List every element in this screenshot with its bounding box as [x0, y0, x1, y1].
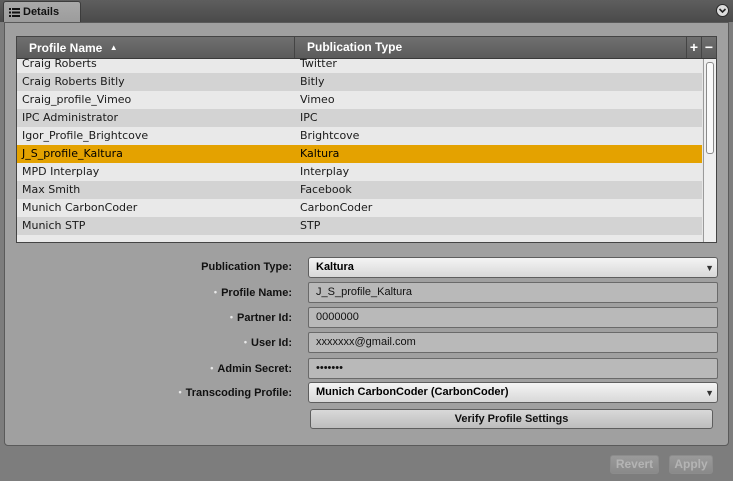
table-body: Craig Roberts Twitter Craig Roberts Bitly B…: [17, 59, 702, 242]
scrollbar-thumb[interactable]: [706, 62, 714, 154]
required-marker: •: [178, 387, 182, 397]
transcoding-profile-select[interactable]: Munich CarbonCoder (CarbonCoder) ▼: [308, 382, 718, 403]
profile-name-cell: Munich STP: [22, 219, 86, 232]
publication-type-cell: CarbonCoder: [300, 201, 373, 214]
profile-name-cell: Craig_profile_Vimeo: [22, 93, 132, 106]
publication-type-select[interactable]: Kaltura ▼: [308, 257, 718, 278]
publication-type-cell: Twitter: [300, 59, 337, 70]
column-header-publication-type[interactable]: Publication Type: [295, 37, 686, 58]
partner-id-field[interactable]: 0000000: [308, 307, 718, 328]
table-row[interactable]: Max Smith Facebook: [17, 181, 702, 199]
table-header: Profile Name ▲ Publication Type + −: [17, 37, 716, 59]
publication-type-cell: IPC: [300, 111, 318, 124]
chevron-down-icon: ▼: [705, 263, 714, 273]
tab-bar: Details: [0, 0, 733, 22]
remove-profile-button[interactable]: −: [701, 37, 716, 58]
table-row[interactable]: J_S_profile_Kaltura Kaltura: [17, 145, 702, 163]
table-row[interactable]: MPD Interplay Interplay: [17, 163, 702, 181]
profile-name-cell: Igor_Profile_Brightcove: [22, 129, 149, 142]
user-id-field[interactable]: xxxxxxx@gmail.com: [308, 332, 718, 353]
publication-type-cell: Interplay: [300, 165, 350, 178]
profile-name-cell: Craig Roberts: [22, 59, 97, 70]
column-header-profile-name[interactable]: Profile Name ▲: [17, 37, 295, 58]
profile-name-field[interactable]: J_S_profile_Kaltura: [308, 282, 718, 303]
table-row[interactable]: Igor_Profile_Brightcove Brightcove: [17, 127, 702, 145]
table-row[interactable]: [17, 235, 702, 242]
partner-id-label: • Partner Id:: [229, 312, 292, 324]
required-marker: •: [210, 363, 214, 373]
transcoding-profile-label: • Transcoding Profile:: [178, 387, 292, 399]
tab-label: Details: [23, 6, 60, 18]
publication-type-cell: Bitly: [300, 75, 325, 88]
vertical-scrollbar[interactable]: [703, 59, 716, 242]
table-row[interactable]: Craig Roberts Bitly Bitly: [17, 73, 702, 91]
tab-details[interactable]: Details: [3, 1, 81, 22]
apply-button[interactable]: Apply: [669, 455, 713, 474]
details-panel: Profile Name ▲ Publication Type + − Crai…: [4, 22, 729, 446]
add-profile-button[interactable]: +: [686, 37, 701, 58]
required-marker: •: [243, 337, 248, 347]
profiles-table: Profile Name ▲ Publication Type + − Crai…: [16, 36, 717, 243]
table-row[interactable]: Munich CarbonCoder CarbonCoder: [17, 199, 702, 217]
admin-secret-label: • Admin Secret:: [210, 363, 292, 375]
list-icon: [9, 7, 20, 17]
profile-name-cell: Max Smith: [22, 183, 81, 196]
profile-name-label: • Profile Name:: [213, 287, 292, 299]
publication-type-label: Publication Type:: [201, 261, 292, 273]
table-row[interactable]: Craig_profile_Vimeo Vimeo: [17, 91, 702, 109]
required-marker: •: [229, 312, 233, 322]
publication-type-cell: Kaltura: [300, 147, 340, 160]
publication-type-cell: Facebook: [300, 183, 352, 196]
table-row[interactable]: Craig Roberts Twitter: [17, 59, 702, 73]
required-marker: •: [213, 287, 218, 297]
publication-type-cell: Brightcove: [300, 129, 360, 142]
user-id-label: • User Id:: [243, 337, 292, 349]
profile-name-cell: MPD Interplay: [22, 165, 100, 178]
publication-type-cell: Vimeo: [300, 93, 335, 106]
table-row[interactable]: IPC Administrator IPC: [17, 109, 702, 127]
table-row[interactable]: Munich STP STP: [17, 217, 702, 235]
admin-secret-field[interactable]: •••••••: [308, 358, 718, 379]
revert-button[interactable]: Revert: [610, 455, 659, 474]
verify-profile-settings-button[interactable]: Verify Profile Settings: [310, 409, 713, 429]
profile-name-cell: Munich CarbonCoder: [22, 201, 138, 214]
panel-menu-icon[interactable]: [716, 4, 729, 17]
profile-name-cell: J_S_profile_Kaltura: [22, 147, 123, 160]
profile-name-cell: Craig Roberts Bitly: [22, 75, 125, 88]
chevron-down-icon: ▼: [705, 388, 714, 398]
sort-ascending-icon: ▲: [109, 43, 118, 52]
profile-name-cell: IPC Administrator: [22, 111, 119, 124]
publication-type-cell: STP: [300, 219, 321, 232]
